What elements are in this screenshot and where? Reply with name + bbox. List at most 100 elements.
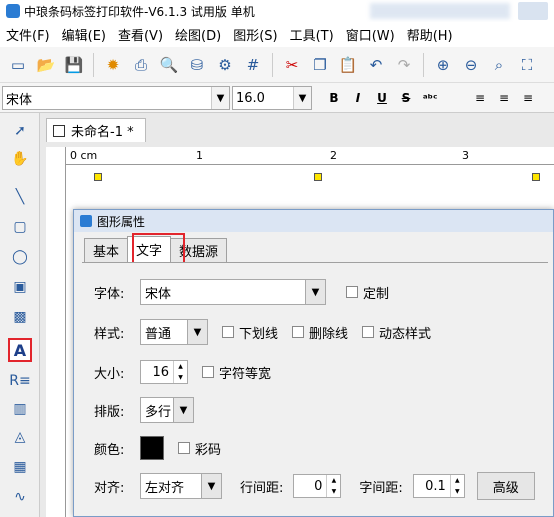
shape-tool-icon[interactable]: ◬ xyxy=(8,425,32,449)
font-family-combo[interactable]: 宋体 ▼ xyxy=(2,86,230,110)
zoom-fit-icon[interactable]: ⌕ xyxy=(488,54,510,76)
pan-icon[interactable]: ✋ xyxy=(8,147,32,171)
menu-tools[interactable]: 工具(T) xyxy=(284,25,340,44)
undo-icon[interactable]: ↶ xyxy=(365,54,387,76)
monospace-label: 字符等宽 xyxy=(219,366,272,382)
settings-icon[interactable]: ✹ xyxy=(102,54,124,76)
menu-window[interactable]: 窗口(W) xyxy=(340,25,401,44)
resize-handle[interactable] xyxy=(314,173,322,181)
menu-bar: 文件(F) 编辑(E) 查看(V) 绘图(D) 图形(S) 工具(T) 窗口(W… xyxy=(0,22,554,47)
zoom-page-icon[interactable]: ⛶ xyxy=(516,54,538,76)
resize-handle[interactable] xyxy=(94,173,102,181)
align-select[interactable]: 左对齐 ▼ xyxy=(140,473,222,499)
menu-draw[interactable]: 绘图(D) xyxy=(169,25,227,44)
style-select[interactable]: 普通 ▼ xyxy=(140,319,208,345)
curve-tool-icon[interactable]: ∿ xyxy=(8,485,32,509)
blurred-area xyxy=(370,3,510,19)
font-size-combo[interactable]: 16.0 ▼ xyxy=(232,86,312,110)
chevron-down-icon[interactable]: ▼ xyxy=(211,87,229,109)
advanced-button[interactable]: 高级 xyxy=(476,472,535,500)
new-icon[interactable]: ▭ xyxy=(7,54,29,76)
resize-handle[interactable] xyxy=(532,173,540,181)
underline-button[interactable]: U xyxy=(372,88,392,108)
line-spacing-stepper[interactable]: 0 ▲ ▼ xyxy=(293,474,342,498)
dynamic-style-checkbox[interactable]: 动态样式 xyxy=(362,323,431,342)
checkbox-box[interactable] xyxy=(202,366,214,378)
align-center-icon[interactable]: ≡ xyxy=(494,88,514,108)
text-tool-icon[interactable]: A xyxy=(8,338,32,362)
picture-tool-icon[interactable]: ▩ xyxy=(8,305,32,329)
grid-icon[interactable]: # xyxy=(242,54,264,76)
stepper-arrows-icon[interactable]: ▲ ▼ xyxy=(326,475,340,497)
image-tool-icon[interactable]: ▣ xyxy=(8,275,32,299)
print-preview-icon[interactable]: 🔍 xyxy=(158,54,180,76)
save-icon[interactable]: 💾 xyxy=(63,54,85,76)
menu-file[interactable]: 文件(F) xyxy=(0,25,56,44)
window-control-button[interactable] xyxy=(518,2,548,20)
bold-button[interactable]: B xyxy=(324,88,344,108)
colorcode-checkbox[interactable]: 彩码 xyxy=(178,439,221,458)
stepper-arrows-icon[interactable]: ▲ ▼ xyxy=(173,361,187,383)
checkbox-box[interactable] xyxy=(292,326,305,338)
align-left-icon[interactable]: ≡ xyxy=(470,88,490,108)
strike-button[interactable]: S xyxy=(396,88,416,108)
chevron-down-icon[interactable]: ▼ xyxy=(293,87,311,109)
italic-button[interactable]: I xyxy=(348,88,368,108)
cut-icon[interactable]: ✂ xyxy=(281,54,303,76)
rich-text-tool-icon[interactable]: R≡ xyxy=(8,369,32,393)
underline-label: 下划线 xyxy=(239,326,279,342)
stepper-arrows-icon[interactable]: ▲ ▼ xyxy=(449,475,464,497)
paste-icon[interactable]: 📋 xyxy=(337,54,359,76)
dialog-title-bar[interactable]: 图形属性 xyxy=(74,210,553,232)
zoom-in-icon[interactable]: ⊕ xyxy=(432,54,454,76)
checkbox-box[interactable] xyxy=(346,286,358,298)
strike-checkbox[interactable]: 删除线 xyxy=(292,323,348,342)
copy-icon[interactable]: ❐ xyxy=(309,54,331,76)
font-select[interactable]: 宋体 ▼ xyxy=(140,279,326,305)
underline-checkbox[interactable]: 下划线 xyxy=(222,323,278,342)
database-icon[interactable]: ⛁ xyxy=(186,54,208,76)
line-tool-icon[interactable]: ╲ xyxy=(8,185,32,209)
rectangle-tool-icon[interactable]: ▢ xyxy=(8,215,32,239)
line-spacing-label: 行间距: xyxy=(240,480,284,496)
layout-select[interactable]: 多行 ▼ xyxy=(140,397,194,423)
qrcode-tool-icon[interactable]: ▦ xyxy=(8,455,32,479)
chevron-down-icon[interactable]: ▼ xyxy=(173,398,193,422)
redo-icon[interactable]: ↷ xyxy=(393,54,415,76)
menu-edit[interactable]: 编辑(E) xyxy=(56,25,112,44)
ruler-mark: 2 xyxy=(330,149,337,162)
color-swatch[interactable] xyxy=(140,436,164,460)
print-icon[interactable]: ⎙ xyxy=(130,54,152,76)
barcode-tool-icon[interactable]: ▥ xyxy=(8,397,32,421)
menu-view[interactable]: 查看(V) xyxy=(112,25,169,44)
document-tab[interactable]: 未命名-1 * xyxy=(46,118,146,142)
checkbox-box[interactable] xyxy=(222,326,234,338)
char-spacing-stepper[interactable]: 0.1 ▲ ▼ xyxy=(412,474,465,498)
shape-properties-dialog: 图形属性 基本 文字 数据源 字体: 宋体 ▼ 定制 样式: 普通 ▼ 下划线 … xyxy=(73,209,554,517)
custom-checkbox[interactable]: 定制 xyxy=(346,283,389,302)
chevron-down-icon[interactable]: ▼ xyxy=(201,474,221,498)
pointer-icon[interactable]: ➚ xyxy=(8,119,32,143)
ellipse-tool-icon[interactable]: ◯ xyxy=(8,245,32,269)
menu-shape[interactable]: 图形(S) xyxy=(227,25,283,44)
menu-help[interactable]: 帮助(H) xyxy=(401,25,459,44)
tab-datasource[interactable]: 数据源 xyxy=(170,238,228,262)
checkbox-box[interactable] xyxy=(362,326,375,338)
align-right-icon[interactable]: ≡ xyxy=(518,88,538,108)
chevron-down-icon[interactable]: ▼ xyxy=(187,320,207,344)
database-settings-icon[interactable]: ⚙ xyxy=(214,54,236,76)
text-effect-icon[interactable]: ᵃᵇᶜ xyxy=(420,88,440,108)
line-spacing-value: 0 xyxy=(314,478,323,494)
monospace-checkbox[interactable]: 字符等宽 xyxy=(202,363,271,382)
zoom-out-icon[interactable]: ⊖ xyxy=(460,54,482,76)
dialog-title: 图形属性 xyxy=(97,214,146,229)
font-toolbar: 宋体 ▼ 16.0 ▼ B I U S ᵃᵇᶜ ≡ ≡ ≡ xyxy=(0,83,554,113)
chevron-down-icon[interactable]: ▼ xyxy=(305,280,325,304)
checkbox-box[interactable] xyxy=(178,442,190,454)
tool-palette: ➚ ✋ ╲ ▢ ◯ ▣ ▩ A R≡ ▥ ◬ ▦ ∿ xyxy=(0,113,40,517)
tab-text[interactable]: 文字 xyxy=(127,236,172,262)
tab-basic[interactable]: 基本 xyxy=(84,238,129,262)
open-icon[interactable]: 📂 xyxy=(35,54,57,76)
size-stepper[interactable]: 16 ▲ ▼ xyxy=(140,360,188,384)
align-row: 对齐: 左对齐 ▼ 行间距: 0 ▲ ▼ 字间距: 0.1 ▲ ▼ 高级 xyxy=(94,472,535,500)
